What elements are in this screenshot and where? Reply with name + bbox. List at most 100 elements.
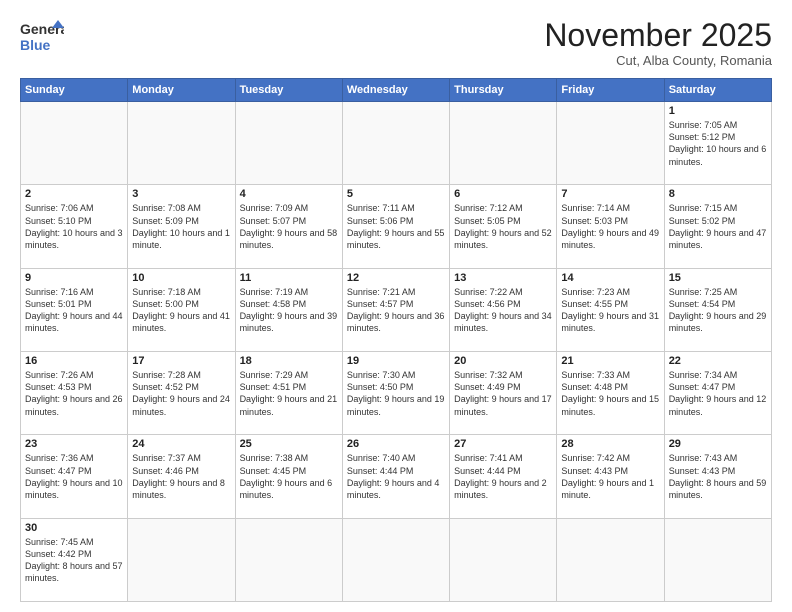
day-cell (557, 102, 664, 185)
day-number: 24 (132, 438, 230, 450)
day-header-saturday: Saturday (664, 79, 771, 102)
day-number: 27 (454, 438, 552, 450)
day-info: Sunrise: 7:18 AM Sunset: 5:00 PM Dayligh… (132, 287, 230, 333)
day-number: 12 (347, 272, 445, 284)
day-cell: 16 Sunrise: 7:26 AM Sunset: 4:53 PM Dayli… (21, 352, 128, 435)
day-info: Sunrise: 7:19 AM Sunset: 4:58 PM Dayligh… (240, 287, 338, 333)
day-info: Sunrise: 7:41 AM Sunset: 4:44 PM Dayligh… (454, 453, 547, 499)
day-number: 15 (669, 272, 767, 284)
day-info: Sunrise: 7:05 AM Sunset: 5:12 PM Dayligh… (669, 120, 767, 166)
day-number: 4 (240, 188, 338, 200)
day-cell (342, 518, 449, 601)
day-number: 29 (669, 438, 767, 450)
day-number: 25 (240, 438, 338, 450)
day-cell: 22 Sunrise: 7:34 AM Sunset: 4:47 PM Dayli… (664, 352, 771, 435)
day-cell: 2Sunrise: 7:06 AM Sunset: 5:10 PM Daylig… (21, 185, 128, 268)
day-cell: 10 Sunrise: 7:18 AM Sunset: 5:00 PM Dayli… (128, 268, 235, 351)
day-number: 9 (25, 272, 123, 284)
day-cell: 6 Sunrise: 7:12 AM Sunset: 5:05 PM Daylig… (450, 185, 557, 268)
day-header-friday: Friday (557, 79, 664, 102)
week-row-5: 30Sunrise: 7:45 AM Sunset: 4:42 PM Dayli… (21, 518, 772, 601)
day-cell (235, 518, 342, 601)
day-number: 22 (669, 355, 767, 367)
day-number: 23 (25, 438, 123, 450)
day-info: Sunrise: 7:37 AM Sunset: 4:46 PM Dayligh… (132, 453, 225, 499)
day-cell: 14 Sunrise: 7:23 AM Sunset: 4:55 PM Dayli… (557, 268, 664, 351)
day-info: Sunrise: 7:21 AM Sunset: 4:57 PM Dayligh… (347, 287, 445, 333)
day-number: 13 (454, 272, 552, 284)
day-number: 17 (132, 355, 230, 367)
week-row-3: 16 Sunrise: 7:26 AM Sunset: 4:53 PM Dayli… (21, 352, 772, 435)
day-number: 28 (561, 438, 659, 450)
day-cell: 4Sunrise: 7:09 AM Sunset: 5:07 PM Daylig… (235, 185, 342, 268)
day-cell (450, 518, 557, 601)
day-number: 21 (561, 355, 659, 367)
day-cell: 25 Sunrise: 7:38 AM Sunset: 4:45 PM Dayli… (235, 435, 342, 518)
location: Cut, Alba County, Romania (544, 53, 772, 68)
day-header-tuesday: Tuesday (235, 79, 342, 102)
day-info: Sunrise: 7:22 AM Sunset: 4:56 PM Dayligh… (454, 287, 552, 333)
day-info: Sunrise: 7:28 AM Sunset: 4:52 PM Dayligh… (132, 370, 230, 416)
day-cell (342, 102, 449, 185)
day-cell (235, 102, 342, 185)
day-number: 1 (669, 105, 767, 117)
day-header-sunday: Sunday (21, 79, 128, 102)
month-title: November 2025 (544, 18, 772, 53)
day-number: 8 (669, 188, 767, 200)
day-cell: 13 Sunrise: 7:22 AM Sunset: 4:56 PM Dayli… (450, 268, 557, 351)
day-number: 10 (132, 272, 230, 284)
day-cell: 12 Sunrise: 7:21 AM Sunset: 4:57 PM Dayli… (342, 268, 449, 351)
day-info: Sunrise: 7:26 AM Sunset: 4:53 PM Dayligh… (25, 370, 123, 416)
day-cell (664, 518, 771, 601)
day-cell: 5Sunrise: 7:11 AM Sunset: 5:06 PM Daylig… (342, 185, 449, 268)
day-cell: 1 Sunrise: 7:05 AM Sunset: 5:12 PM Daylig… (664, 102, 771, 185)
calendar-header: SundayMondayTuesdayWednesdayThursdayFrid… (21, 79, 772, 102)
week-row-4: 23Sunrise: 7:36 AM Sunset: 4:47 PM Dayli… (21, 435, 772, 518)
day-cell: 19Sunrise: 7:30 AM Sunset: 4:50 PM Dayli… (342, 352, 449, 435)
day-cell: 20Sunrise: 7:32 AM Sunset: 4:49 PM Dayli… (450, 352, 557, 435)
day-cell: 8Sunrise: 7:15 AM Sunset: 5:02 PM Daylig… (664, 185, 771, 268)
day-info: Sunrise: 7:25 AM Sunset: 4:54 PM Dayligh… (669, 287, 767, 333)
day-number: 16 (25, 355, 123, 367)
day-number: 7 (561, 188, 659, 200)
day-info: Sunrise: 7:12 AM Sunset: 5:05 PM Dayligh… (454, 203, 552, 249)
day-info: Sunrise: 7:38 AM Sunset: 4:45 PM Dayligh… (240, 453, 333, 499)
day-info: Sunrise: 7:23 AM Sunset: 4:55 PM Dayligh… (561, 287, 659, 333)
day-cell: 23Sunrise: 7:36 AM Sunset: 4:47 PM Dayli… (21, 435, 128, 518)
day-number: 30 (25, 522, 123, 534)
day-info: Sunrise: 7:32 AM Sunset: 4:49 PM Dayligh… (454, 370, 552, 416)
day-cell: 9 Sunrise: 7:16 AM Sunset: 5:01 PM Daylig… (21, 268, 128, 351)
day-cell: 11 Sunrise: 7:19 AM Sunset: 4:58 PM Dayli… (235, 268, 342, 351)
day-number: 5 (347, 188, 445, 200)
day-cell: 3 Sunrise: 7:08 AM Sunset: 5:09 PM Daylig… (128, 185, 235, 268)
day-cell: 15 Sunrise: 7:25 AM Sunset: 4:54 PM Dayli… (664, 268, 771, 351)
day-info: Sunrise: 7:34 AM Sunset: 4:47 PM Dayligh… (669, 370, 767, 416)
day-info: Sunrise: 7:08 AM Sunset: 5:09 PM Dayligh… (132, 203, 230, 249)
day-header-wednesday: Wednesday (342, 79, 449, 102)
day-number: 3 (132, 188, 230, 200)
day-cell: 24 Sunrise: 7:37 AM Sunset: 4:46 PM Dayli… (128, 435, 235, 518)
day-cell (21, 102, 128, 185)
day-info: Sunrise: 7:16 AM Sunset: 5:01 PM Dayligh… (25, 287, 123, 333)
day-cell: 27 Sunrise: 7:41 AM Sunset: 4:44 PM Dayli… (450, 435, 557, 518)
day-number: 18 (240, 355, 338, 367)
logo: General Blue (20, 18, 64, 54)
day-number: 14 (561, 272, 659, 284)
day-cell: 17 Sunrise: 7:28 AM Sunset: 4:52 PM Dayli… (128, 352, 235, 435)
day-number: 6 (454, 188, 552, 200)
day-cell (128, 102, 235, 185)
page: General Blue November 2025 Cut, Alba Cou… (0, 0, 792, 612)
svg-text:Blue: Blue (20, 37, 51, 53)
day-cell (128, 518, 235, 601)
day-info: Sunrise: 7:43 AM Sunset: 4:43 PM Dayligh… (669, 453, 767, 499)
day-cell: 28Sunrise: 7:42 AM Sunset: 4:43 PM Dayli… (557, 435, 664, 518)
day-cell: 30Sunrise: 7:45 AM Sunset: 4:42 PM Dayli… (21, 518, 128, 601)
week-row-1: 2Sunrise: 7:06 AM Sunset: 5:10 PM Daylig… (21, 185, 772, 268)
day-cell: 29 Sunrise: 7:43 AM Sunset: 4:43 PM Dayli… (664, 435, 771, 518)
day-number: 11 (240, 272, 338, 284)
general-blue-logo-icon: General Blue (20, 18, 64, 54)
day-info: Sunrise: 7:14 AM Sunset: 5:03 PM Dayligh… (561, 203, 659, 249)
day-cell (450, 102, 557, 185)
day-info: Sunrise: 7:40 AM Sunset: 4:44 PM Dayligh… (347, 453, 440, 499)
week-row-0: 1 Sunrise: 7:05 AM Sunset: 5:12 PM Daylig… (21, 102, 772, 185)
